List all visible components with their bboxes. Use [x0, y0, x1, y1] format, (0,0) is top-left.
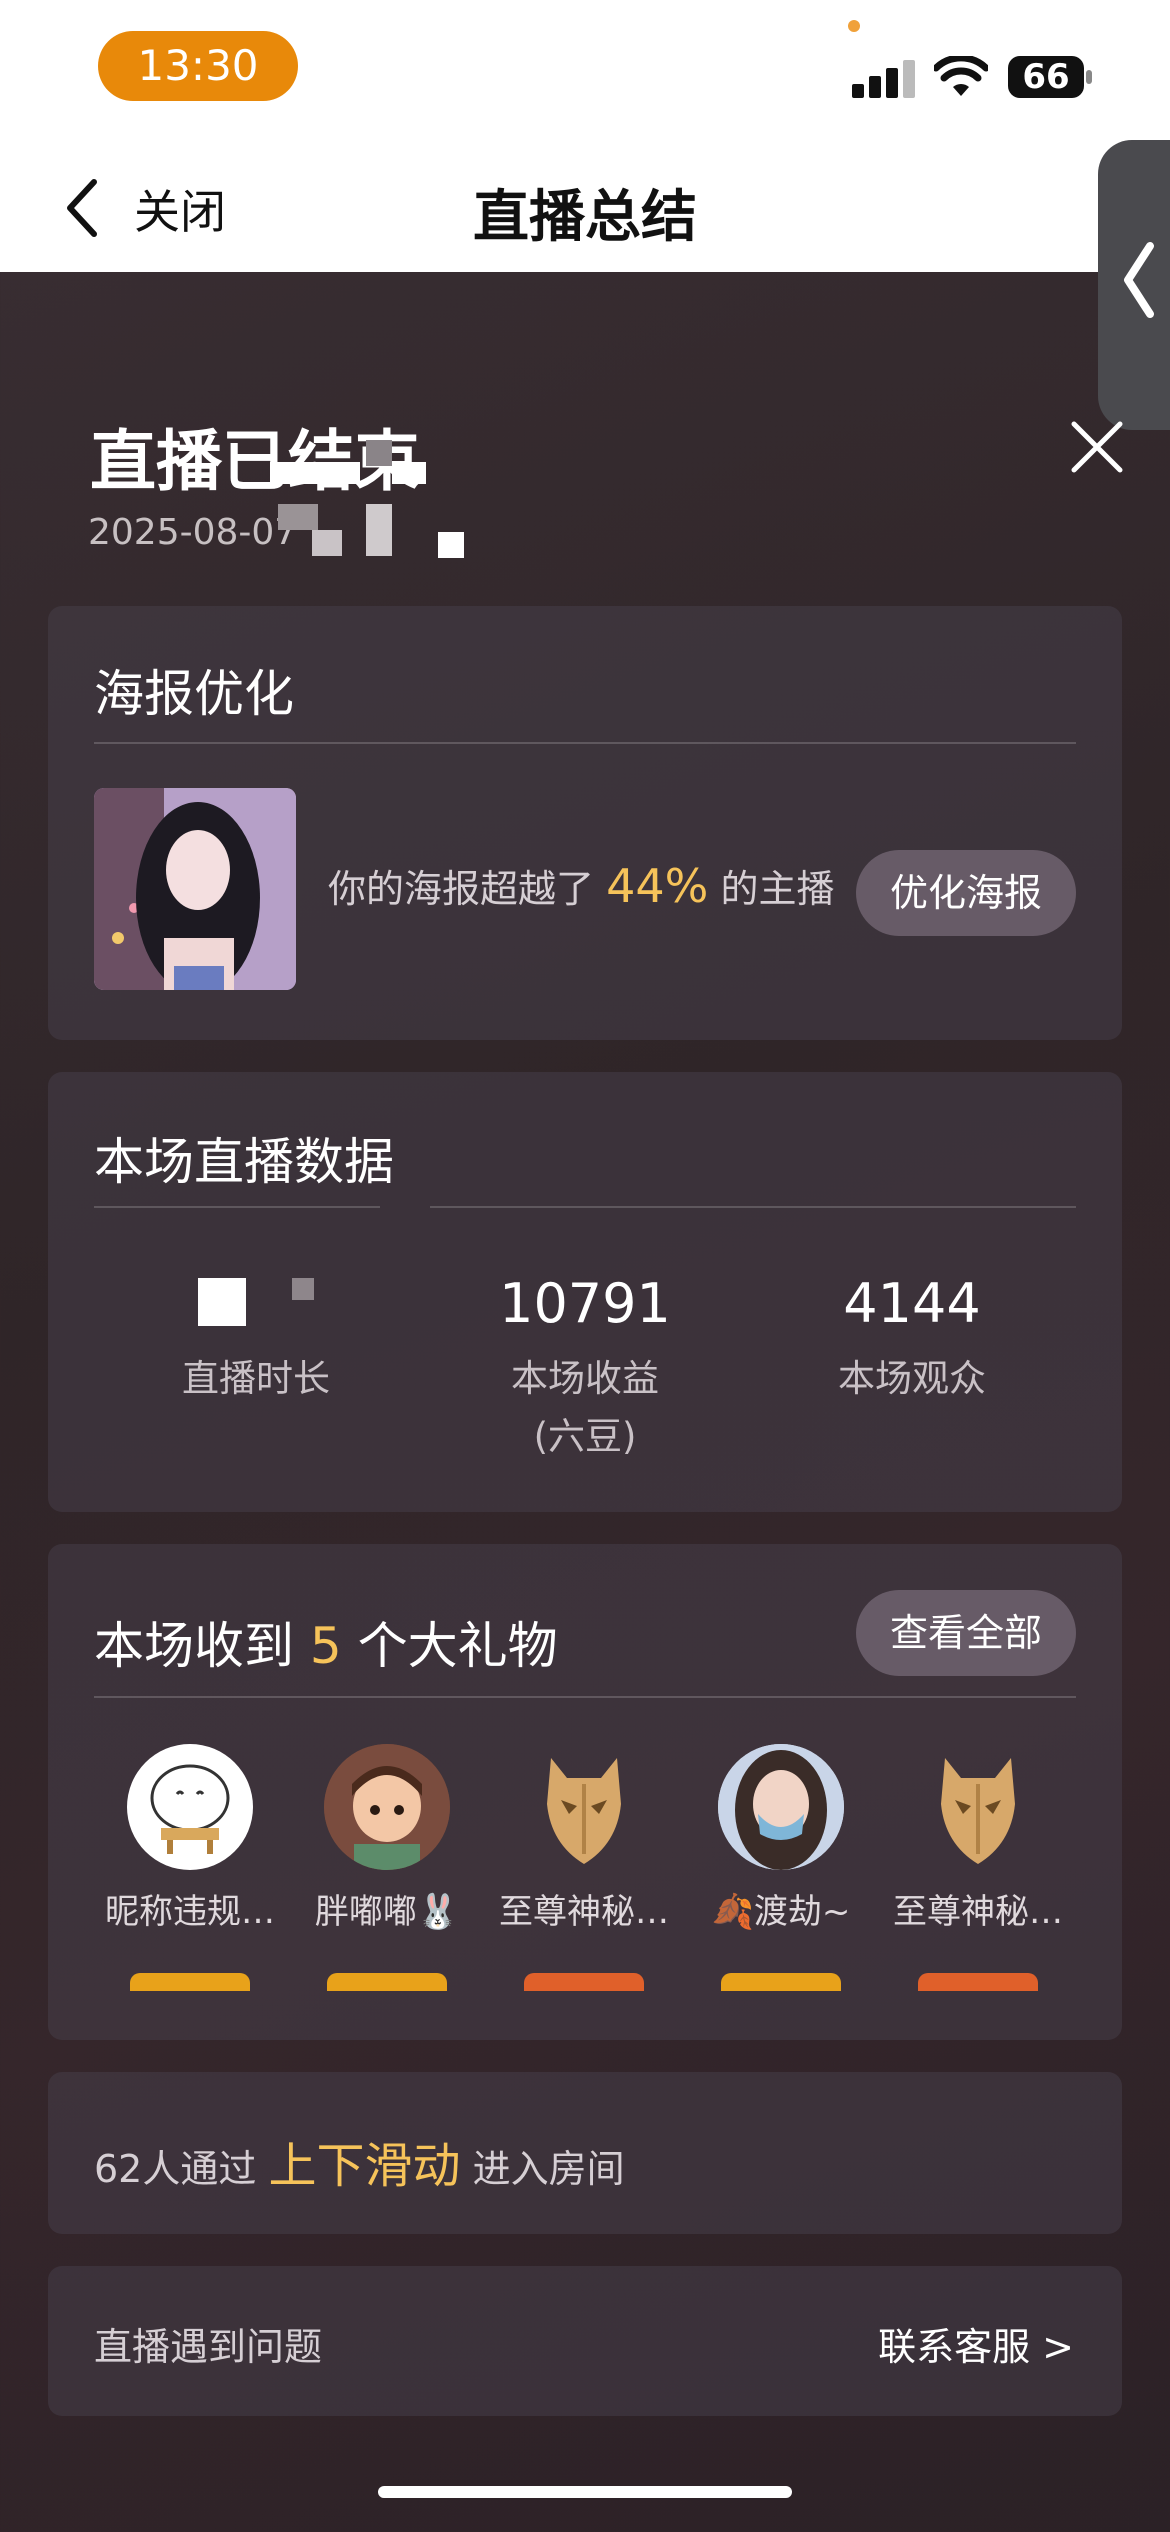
live-data-card: 本场直播数据 直播时长 10791 本场收益 (六豆) 4144 本场观众 [48, 1072, 1122, 1512]
slide-entry-text: 62人通过 上下滑动 进入房间 [94, 2126, 625, 2196]
wifi-icon [934, 56, 988, 96]
battery-icon: 66 [1008, 56, 1084, 98]
girl-avatar [718, 1744, 844, 1870]
contact-support-link[interactable]: 联系客服 > [878, 2316, 1074, 2371]
stat-earnings-label: 本场收益 (六豆) [511, 1357, 659, 1458]
mosaic-blur [292, 1278, 314, 1300]
level-badge [721, 1973, 841, 1991]
boy-avatar [324, 1744, 450, 1870]
sticker-avatar [127, 1744, 253, 1870]
side-panel-tab[interactable] [1098, 140, 1170, 430]
slide-count: 62人通过 [94, 2147, 257, 2191]
top-bar: 13:30 66 关闭 直播总结 [0, 0, 1170, 272]
problem-label: 直播遇到问题 [94, 2325, 323, 2369]
slide-highlight: 上下滑动 [268, 2138, 461, 2194]
divider [94, 1206, 380, 1208]
support-card: 直播遇到问题 联系客服 > [48, 2266, 1122, 2416]
gift-user-name: 🍂渡劫~ [711, 1892, 851, 1932]
poster-percent: 44% [606, 859, 709, 913]
slide-entry-card: 62人通过 上下滑动 进入房间 [48, 2072, 1122, 2234]
chevron-left-icon [1124, 242, 1154, 318]
level-badge [327, 1973, 447, 1991]
gift-user[interactable]: 至尊神秘… [484, 1744, 684, 1991]
slide-suffix: 进入房间 [472, 2147, 625, 2191]
gift-user-name: 胖嘟嘟🐰 [314, 1892, 460, 1932]
gifts-title-prefix: 本场收到 [94, 1617, 294, 1675]
stat-audience-value: 4144 [843, 1272, 981, 1335]
stat-duration-label: 直播时长 [182, 1357, 330, 1400]
divider [430, 1206, 1076, 1208]
gift-user[interactable]: 胖嘟嘟🐰 [287, 1744, 487, 1991]
gifts-title-suffix: 个大礼物 [357, 1617, 558, 1675]
stat-audience: 4144 本场观众 [762, 1272, 1062, 1408]
mosaic-blur [198, 1278, 246, 1326]
stat-earnings-value: 10791 [499, 1272, 671, 1335]
divider [94, 742, 1076, 744]
stat-duration: 直播时长 [106, 1272, 406, 1408]
gift-user-name: 至尊神秘… [499, 1892, 669, 1932]
divider [94, 1696, 1076, 1698]
gift-user[interactable]: 🍂渡劫~ [681, 1744, 881, 1991]
stat-earnings: 10791 本场收益 (六豆) [435, 1272, 735, 1466]
stat-duration-value [106, 1272, 406, 1334]
level-badge [130, 1973, 250, 1991]
poster-thumbnail[interactable] [94, 788, 296, 990]
mosaic-blur [270, 440, 440, 484]
poster-rank-text: 你的海报超越了 44% 的主播 [328, 858, 834, 913]
poster-text-prefix: 你的海报超越了 [328, 867, 595, 911]
status-time: 13:30 [98, 31, 298, 101]
poster-card: 海报优化 你的海报超越了 44% 的主播 优化海报 [48, 606, 1122, 1040]
gift-user[interactable]: 昵称违规… [90, 1744, 290, 1991]
home-indicator[interactable] [378, 2486, 792, 2498]
close-icon[interactable] [1068, 418, 1126, 476]
gift-user-name: 至尊神秘… [893, 1892, 1063, 1932]
mystery-mask-icon [521, 1744, 647, 1870]
mosaic-blur [278, 504, 468, 560]
gifts-title: 本场收到 5 个大礼物 [94, 1606, 558, 1678]
gifts-card: 本场收到 5 个大礼物 查看全部 昵称违规… 胖嘟嘟🐰 至尊神秘… 🍂渡劫~ 至… [48, 1544, 1122, 2040]
poster-portrait-image [94, 788, 296, 990]
gifts-count: 5 [309, 1617, 342, 1675]
poster-text-suffix: 的主播 [720, 867, 835, 911]
page-title: 直播总结 [473, 185, 697, 250]
mystery-mask-icon [915, 1744, 1041, 1870]
level-badge [918, 1973, 1038, 1991]
optimize-poster-button[interactable]: 优化海报 [856, 850, 1076, 936]
gift-user[interactable]: 至尊神秘… [878, 1744, 1078, 1991]
stat-audience-label: 本场观众 [838, 1357, 986, 1400]
recording-dot [848, 20, 860, 32]
live-data-title: 本场直播数据 [94, 1133, 394, 1191]
live-date: 2025-08-07 [88, 512, 298, 553]
level-badge [524, 1973, 644, 1991]
poster-section-title: 海报优化 [94, 665, 294, 723]
view-all-button[interactable]: 查看全部 [856, 1590, 1076, 1676]
gift-user-name: 昵称违规… [105, 1892, 275, 1932]
cellular-signal-icon [852, 58, 916, 98]
battery-tip [1086, 70, 1092, 84]
